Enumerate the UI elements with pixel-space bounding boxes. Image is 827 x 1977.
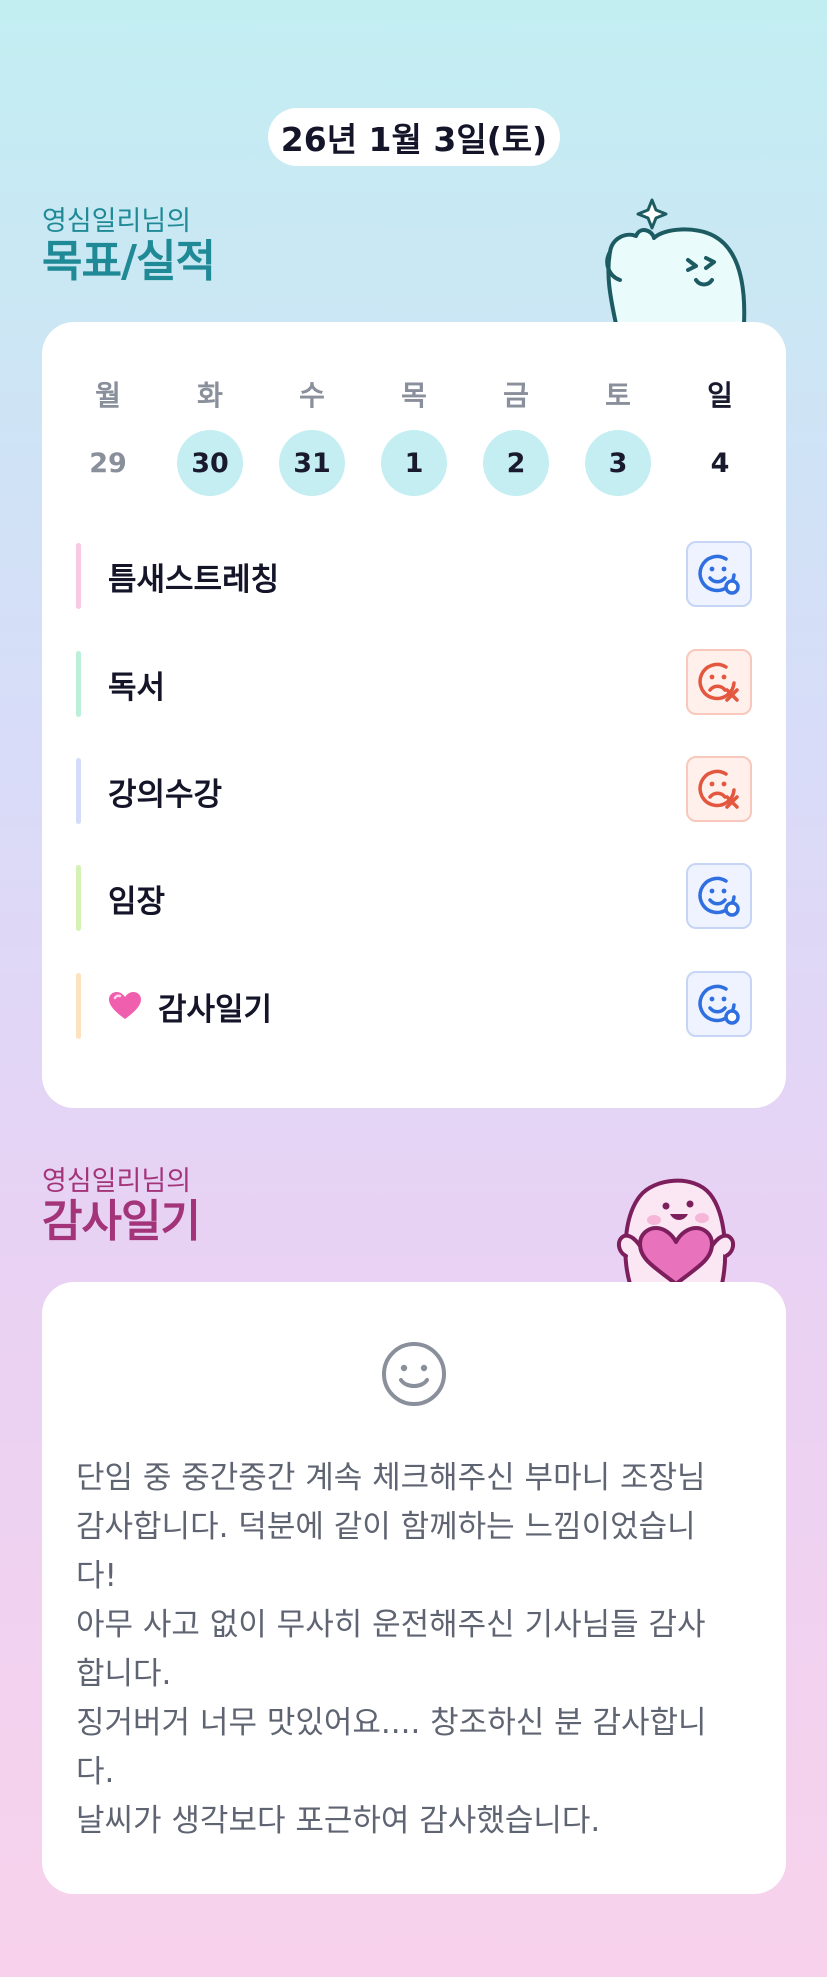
goal-status-done-button[interactable] xyxy=(686,541,752,607)
day-name: 토 xyxy=(605,379,631,412)
day-name: 수 xyxy=(299,379,325,412)
day-number: 4 xyxy=(710,447,730,479)
goal-row[interactable]: 임장 xyxy=(76,863,752,931)
goal-label: 강의수강 xyxy=(108,776,223,813)
day-number: 1 xyxy=(381,430,447,496)
goal-row[interactable]: 감사일기 xyxy=(76,971,752,1039)
smiley-face-icon xyxy=(382,1342,446,1406)
goal-color-bar xyxy=(76,973,81,1039)
goals-heading: 영심일리님의 목표/실적 xyxy=(42,206,216,287)
goal-status-done-button[interactable] xyxy=(686,863,752,929)
goals-card: 월 29 화 30 수 31 목 1 금 2 토 3 일 4 틈새스트레칭 독서… xyxy=(42,322,786,1108)
goals-heading-subtitle: 영심일리님의 xyxy=(42,206,192,237)
goal-row[interactable]: 독서 xyxy=(76,649,752,717)
mascot-heart-icon xyxy=(617,1178,735,1284)
goal-color-bar xyxy=(76,651,81,717)
goal-row[interactable]: 강의수강 xyxy=(76,756,752,824)
smile-check-icon xyxy=(698,876,740,917)
goal-label: 임장 xyxy=(108,883,166,920)
day-number: 31 xyxy=(279,430,345,496)
thanks-card: 단임 중 중간중간 계속 체크해주신 부마니 조장님 감사합니다. 덕분에 같이… xyxy=(42,1282,786,1894)
goal-status-fail-button[interactable] xyxy=(686,649,752,715)
day-name: 일 xyxy=(707,379,733,412)
thanks-heading-title: 감사일기 xyxy=(42,1196,201,1247)
goal-color-bar xyxy=(76,543,81,609)
day-number: 29 xyxy=(89,447,127,479)
thanks-heading: 영심일리님의 감사일기 xyxy=(42,1166,201,1247)
smile-check-icon xyxy=(698,984,740,1025)
goal-row[interactable]: 틈새스트레칭 xyxy=(76,541,752,609)
goal-label: 감사일기 xyxy=(108,973,272,1039)
thanks-heading-subtitle: 영심일리님의 xyxy=(42,1166,192,1197)
sad-x-icon xyxy=(698,662,739,702)
smile-check-icon xyxy=(698,554,740,595)
goal-label: 독서 xyxy=(108,669,166,706)
day-name: 월 xyxy=(95,379,121,412)
goal-color-bar xyxy=(76,758,81,824)
goals-heading-title: 목표/실적 xyxy=(42,236,216,287)
day-name: 금 xyxy=(503,379,529,412)
goal-status-fail-button[interactable] xyxy=(686,756,752,822)
mascot-thumbsup-icon xyxy=(605,198,747,324)
heart-icon xyxy=(109,992,141,1019)
goal-label-text: 감사일기 xyxy=(158,991,273,1028)
day-name: 화 xyxy=(197,379,223,412)
day-number: 30 xyxy=(177,430,243,496)
sad-x-icon xyxy=(698,769,739,809)
goal-label: 틈새스트레칭 xyxy=(108,561,280,598)
day-number: 2 xyxy=(483,430,549,496)
day-number: 3 xyxy=(585,430,651,496)
gratitude-journal-text: 단임 중 중간중간 계속 체크해주신 부마니 조장님 감사합니다. 덕분에 같이… xyxy=(76,1460,707,1839)
goal-status-done-button[interactable] xyxy=(686,971,752,1037)
goal-color-bar xyxy=(76,865,81,931)
date-label: 26년 1월 3일(토) xyxy=(268,108,560,166)
day-name: 목 xyxy=(401,379,427,412)
